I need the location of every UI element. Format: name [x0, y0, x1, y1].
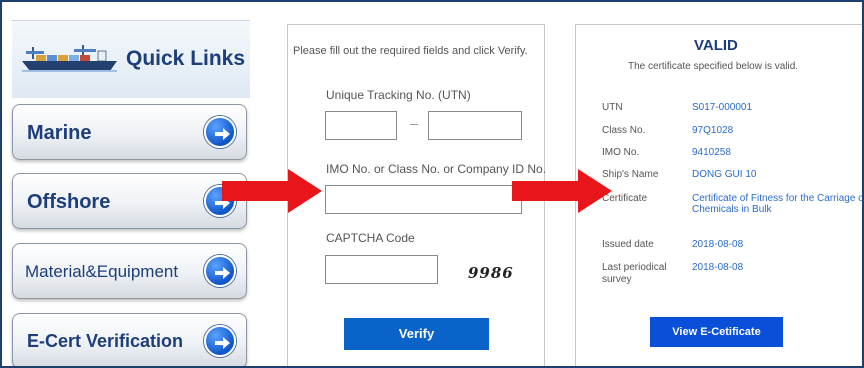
quick-link-ecert-verification-button[interactable]: E-Cert Verification [12, 313, 247, 366]
quick-links-header: Quick Links [12, 20, 250, 98]
red-arrow-icon [222, 169, 322, 213]
captcha-input[interactable] [325, 255, 438, 284]
verification-result-panel: VALID The certificate specified below is… [575, 24, 862, 366]
captcha-image: 9986 [468, 264, 514, 282]
result-subtitle: The certificate specified below is valid… [628, 61, 799, 72]
certificate-value-line2[interactable]: Chemicals in Bulk [692, 204, 771, 215]
utn-label: Unique Tracking No. (UTN) [326, 88, 471, 102]
cargo-ship-icon [22, 45, 117, 72]
verification-form-panel: Please fill out the required fields and … [287, 24, 546, 366]
quick-link-label: Offshore [27, 191, 111, 213]
quick-link-marine-button[interactable]: Marine [12, 104, 247, 160]
page-frame: Quick Links Marine Offshore Material&Equ… [0, 0, 864, 368]
imo-no-key: IMO No. [602, 147, 640, 158]
last-survey-value: 2018-08-08 [692, 262, 744, 273]
red-arrow-icon [512, 169, 612, 213]
utn-key: UTN [602, 102, 623, 113]
quick-link-material-equipment-button[interactable]: Material&Equipment [12, 243, 247, 299]
utn-separator [410, 124, 418, 125]
quick-link-offshore-button[interactable]: Offshore [12, 173, 247, 229]
arrow-right-circle-icon [204, 325, 236, 357]
class-no-key: Class No. [602, 125, 646, 136]
quick-links-title: Quick Links [126, 47, 246, 70]
issued-date-value: 2018-08-08 [692, 239, 744, 250]
validity-status: VALID [694, 37, 738, 54]
imo-no-value: 9410258 [692, 147, 731, 158]
verify-button[interactable]: Verify [344, 318, 489, 350]
class-no-value: 97Q1028 [692, 125, 734, 136]
ship-name-value: DONG GUI 10 [692, 169, 757, 180]
quick-link-label: Material&Equipment [25, 262, 179, 281]
quick-links-panel: Quick Links Marine Offshore Material&Equ… [10, 20, 250, 366]
last-survey-key-line1: Last periodical [602, 262, 667, 273]
utn-part2-input[interactable] [428, 111, 522, 140]
arrow-right-circle-icon [204, 255, 236, 287]
last-survey-key-line2: survey [602, 274, 632, 285]
imo-class-company-input[interactable] [325, 185, 522, 214]
captcha-label: CAPTCHA Code [326, 231, 415, 245]
form-instruction: Please fill out the required fields and … [293, 45, 528, 57]
quick-link-label: E-Cert Verification [27, 331, 184, 351]
arrow-right-circle-icon [204, 116, 236, 148]
utn-value: S017-000001 [692, 102, 753, 113]
quick-link-label: Marine [27, 122, 92, 144]
view-ecertificate-button[interactable]: View E-Cetificate [650, 317, 783, 347]
certificate-value-line1[interactable]: Certificate of Fitness for the Carriage … [692, 193, 862, 204]
utn-part1-input[interactable] [325, 111, 397, 140]
issued-date-key: Issued date [602, 239, 654, 250]
